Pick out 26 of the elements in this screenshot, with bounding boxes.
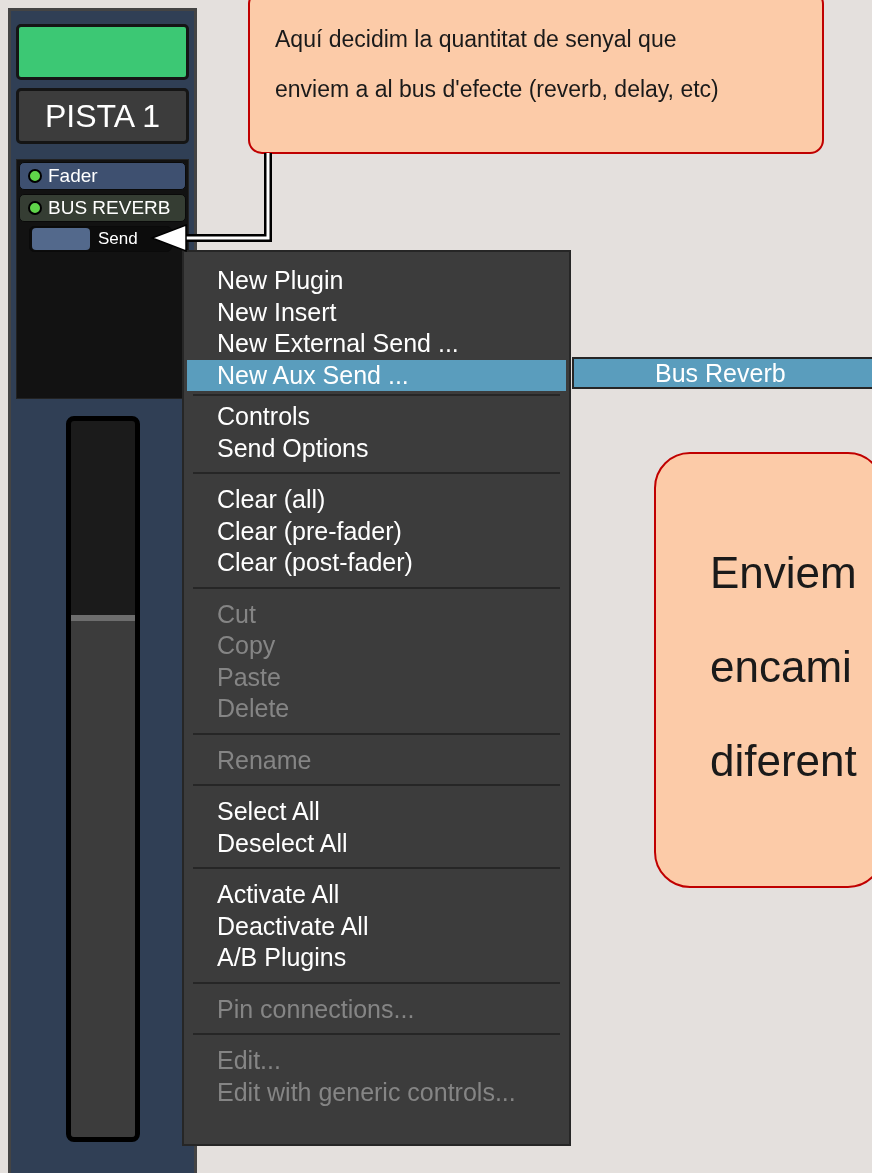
status-led-icon[interactable] xyxy=(28,169,42,183)
callout-text: diferent xyxy=(710,735,857,787)
menu-item[interactable]: Deselect All xyxy=(187,827,566,859)
menu-item[interactable]: New Insert xyxy=(187,296,566,328)
menu-item[interactable]: New External Send ... xyxy=(187,328,566,360)
processor-item[interactable]: Fader xyxy=(19,162,186,190)
menu-item[interactable]: Clear (pre-fader) xyxy=(187,515,566,547)
menu-item[interactable]: A/B Plugins xyxy=(187,942,566,974)
menu-item[interactable]: Deactivate All xyxy=(187,910,566,942)
menu-item[interactable]: Clear (post-fader) xyxy=(187,547,566,579)
menu-item[interactable]: Controls xyxy=(187,401,566,433)
menu-item[interactable]: Select All xyxy=(187,796,566,828)
menu-item[interactable]: Send Options xyxy=(187,432,566,464)
status-led-icon[interactable] xyxy=(28,201,42,215)
send-item[interactable]: Send xyxy=(29,226,172,252)
menu-item[interactable]: Activate All xyxy=(187,879,566,911)
menu-item[interactable]: New Plugin xyxy=(187,265,566,297)
track-name-button[interactable]: PISTA 1 xyxy=(16,88,189,144)
callout-text: Enviem xyxy=(710,547,857,599)
callout-text: enviem a al bus d'efecte (reverb, delay, etc) xyxy=(275,75,719,104)
fader-track[interactable] xyxy=(65,416,140,1142)
menu-item[interactable]: Clear (all) xyxy=(187,484,566,516)
callout-text: Aquí decidim la quantitat de senyal que xyxy=(275,25,677,54)
color-button[interactable] xyxy=(16,24,189,80)
processor-item[interactable]: BUS REVERB xyxy=(19,194,186,222)
callout-text: encami xyxy=(710,641,852,693)
